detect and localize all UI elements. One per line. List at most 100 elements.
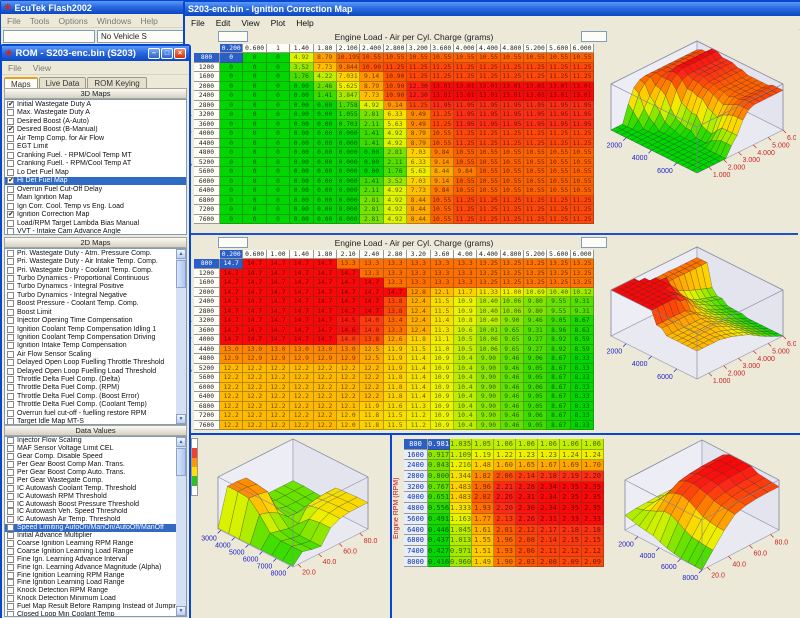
cell[interactable]: 14.7 <box>337 307 360 317</box>
list-item[interactable]: Boost Limit <box>5 308 186 316</box>
cell[interactable]: 10.5 <box>454 345 477 355</box>
cell[interactable]: 0.00 <box>314 186 337 196</box>
cell[interactable]: 11.25 <box>571 72 594 82</box>
cell[interactable]: 10.40 <box>477 297 500 307</box>
cell[interactable]: 9.31 <box>524 326 547 336</box>
cell[interactable]: 11.25 <box>431 63 454 73</box>
row-header-cell[interactable]: 1200 <box>194 269 220 279</box>
cell[interactable]: 0 <box>243 110 266 120</box>
cell[interactable]: 0 <box>267 82 290 92</box>
list-item[interactable]: MAF Sensor Voltage Limit CEL <box>5 445 186 453</box>
cell[interactable]: 12.2 <box>220 383 243 393</box>
cell[interactable]: 10.55 <box>524 186 547 196</box>
cell[interactable]: 11.25 <box>571 129 594 139</box>
cell[interactable]: 14.7 <box>314 259 337 269</box>
cell[interactable]: 8.63 <box>571 326 594 336</box>
checkbox[interactable] <box>7 351 14 358</box>
cell[interactable]: 13.3 <box>384 269 407 279</box>
list-item[interactable]: IC Autowash Coolant Temp. Threshold <box>5 484 186 492</box>
list-item[interactable]: Load/RPM Target Lambda Bias Manual <box>5 219 186 228</box>
cell[interactable]: 10.55 <box>501 53 524 63</box>
cell[interactable]: 10.55 <box>431 215 454 225</box>
cell[interactable]: 2.08 <box>538 557 560 568</box>
cell[interactable]: 14.7 <box>220 326 243 336</box>
col-header-cell[interactable]: 0.600 <box>243 44 266 53</box>
cell[interactable]: 10.40 <box>547 288 570 298</box>
cell[interactable]: 1.51 <box>472 546 494 557</box>
cell[interactable]: 14.7 <box>243 326 266 336</box>
cell[interactable]: 14.7 <box>360 288 383 298</box>
checkbox[interactable] <box>7 469 14 476</box>
cell[interactable]: 12.8 <box>407 288 430 298</box>
cell[interactable]: 14.7 <box>314 335 337 345</box>
cell[interactable]: 12.2 <box>360 373 383 383</box>
cell[interactable]: 12.2 <box>220 402 243 412</box>
checkbox[interactable] <box>7 501 14 508</box>
list-item[interactable]: Overrun fuel cut-off - fuelling restore … <box>5 409 186 417</box>
cell[interactable]: 8.33 <box>571 421 594 431</box>
cell[interactable]: 10.9 <box>454 297 477 307</box>
cell[interactable]: 11.95 <box>477 120 500 130</box>
cell[interactable]: 14.7 <box>337 297 360 307</box>
cell[interactable]: 10.9 <box>454 307 477 317</box>
cell[interactable]: 11.25 <box>454 72 477 82</box>
cell[interactable]: 0.556 <box>428 503 450 514</box>
col-header-cell[interactable]: 4.400 <box>477 250 500 259</box>
list-item[interactable]: IC Autowash Boost Pressure Threshold <box>5 500 186 508</box>
cell[interactable]: 12.2 <box>314 364 337 374</box>
col-header-cell[interactable]: 4.400 <box>477 44 500 53</box>
cell[interactable]: 1.93 <box>494 546 516 557</box>
cell[interactable]: 10.4 <box>454 421 477 431</box>
cell[interactable]: 11.25 <box>477 72 500 82</box>
row-header-cell[interactable]: 3600 <box>194 326 220 336</box>
list-item[interactable]: Knock Detection Minimum Load <box>5 595 186 603</box>
cell[interactable]: 0 <box>220 177 243 187</box>
cell[interactable]: 9.90 <box>477 402 500 412</box>
row-header-cell[interactable]: 2400 <box>194 297 220 307</box>
cell[interactable]: 14.7 <box>267 278 290 288</box>
cell[interactable]: 10.195 <box>337 53 360 63</box>
cell[interactable]: 0 <box>220 101 243 111</box>
cell[interactable]: 10.06 <box>477 345 500 355</box>
col-header-cell[interactable]: 2.40 <box>360 250 383 259</box>
cell[interactable]: 2.81 <box>360 215 383 225</box>
list-item[interactable]: Injector Flow Scaling <box>5 437 186 445</box>
cell[interactable]: 2.26 <box>494 492 516 503</box>
cell[interactable]: 13.01 <box>547 91 570 101</box>
row-header-cell[interactable]: 6000 <box>194 177 220 187</box>
cell[interactable]: 1.60 <box>494 460 516 471</box>
cell[interactable]: 11.95 <box>571 110 594 120</box>
menu-item-file[interactable]: File <box>7 16 21 26</box>
cell[interactable]: 1.24 <box>560 450 582 461</box>
cell[interactable]: 11.00 <box>501 288 524 298</box>
cell[interactable]: 12.6 <box>384 335 407 345</box>
cell[interactable]: 10.06 <box>501 307 524 317</box>
col-header-cell[interactable]: 4.000 <box>454 44 477 53</box>
checkbox[interactable] <box>7 267 14 274</box>
cell[interactable]: 12.30 <box>407 82 430 92</box>
cell[interactable]: 10.55 <box>524 177 547 187</box>
cell[interactable]: 11.25 <box>477 215 500 225</box>
cell[interactable]: 1.69 <box>560 460 582 471</box>
cell[interactable]: 12.2 <box>243 373 266 383</box>
cell[interactable]: 11.95 <box>547 101 570 111</box>
cell[interactable]: 13.3 <box>407 269 430 279</box>
cell[interactable]: 13.8 <box>384 297 407 307</box>
checkbox[interactable] <box>7 169 14 176</box>
cell[interactable]: 1.48 <box>472 460 494 471</box>
cell[interactable]: 11.25 <box>524 129 547 139</box>
cell[interactable]: 10.55 <box>477 53 500 63</box>
cell[interactable]: 0.767 <box>428 482 450 493</box>
cell[interactable]: 10.55 <box>454 186 477 196</box>
cell[interactable]: 11.25 <box>547 205 570 215</box>
cell[interactable]: 12.1 <box>337 402 360 412</box>
cell[interactable]: 0 <box>243 148 266 158</box>
cell[interactable]: 8.96 <box>547 326 570 336</box>
cell[interactable]: 10.55 <box>477 148 500 158</box>
cell[interactable]: 8.67 <box>547 354 570 364</box>
cell[interactable]: 12.2 <box>220 373 243 383</box>
cell[interactable]: 0 <box>243 186 266 196</box>
cell[interactable]: 11.95 <box>501 101 524 111</box>
cell[interactable]: 10.55 <box>454 158 477 168</box>
cell[interactable]: 2.31 <box>516 492 538 503</box>
